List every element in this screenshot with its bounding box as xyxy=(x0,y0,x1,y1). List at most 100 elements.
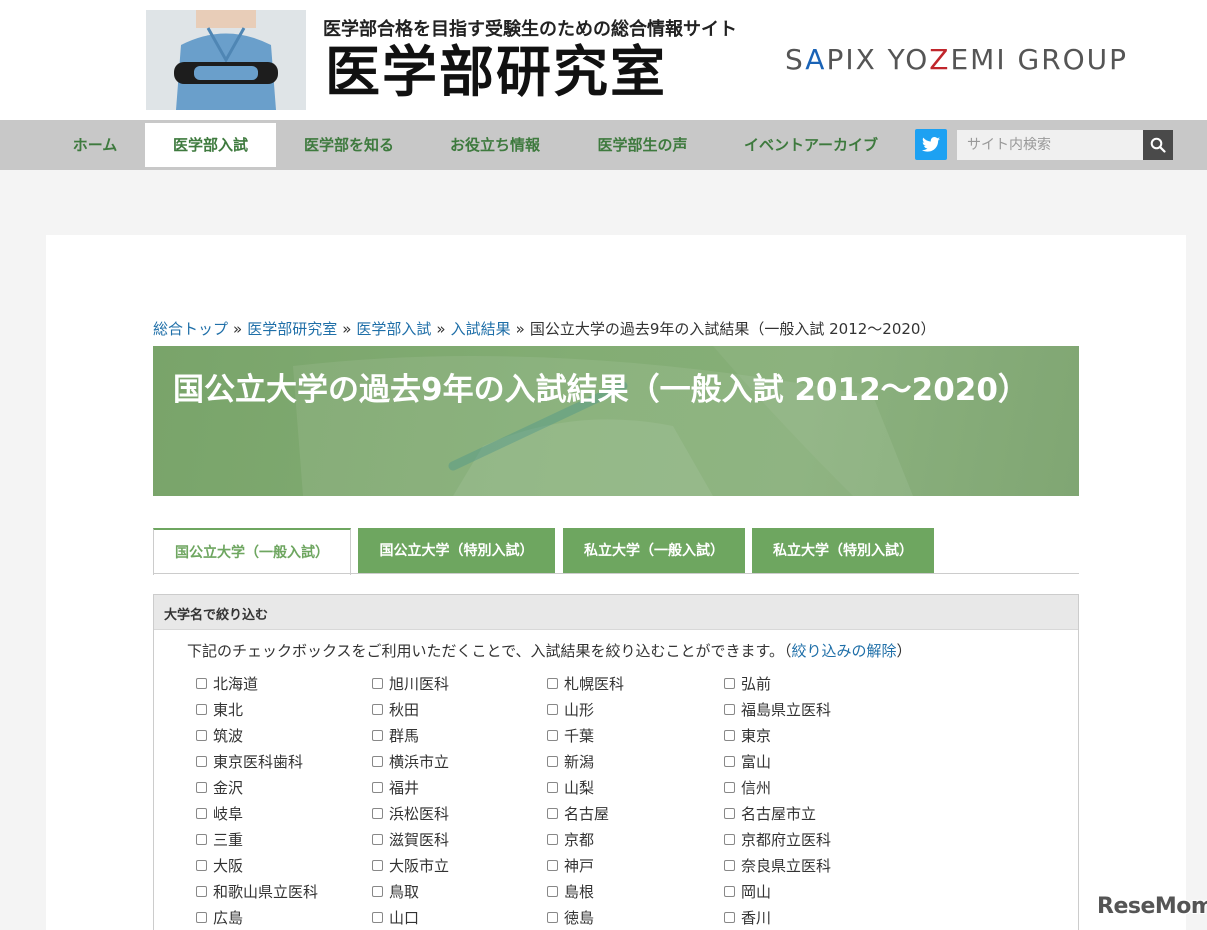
checkbox[interactable] xyxy=(724,781,735,793)
checkbox[interactable] xyxy=(547,911,558,923)
university-checkbox-item[interactable]: 神戸 xyxy=(547,855,594,875)
search-button[interactable] xyxy=(1143,130,1173,160)
university-checkbox-item[interactable]: 京都府立医科 xyxy=(724,829,831,849)
university-checkbox-item[interactable]: 弘前 xyxy=(724,673,771,693)
checkbox[interactable] xyxy=(196,677,207,689)
checkbox[interactable] xyxy=(372,729,383,741)
university-checkbox-item[interactable]: 山梨 xyxy=(547,777,594,797)
university-checkbox-item[interactable]: 信州 xyxy=(724,777,771,797)
university-checkbox-item[interactable]: 福井 xyxy=(372,777,419,797)
checkbox[interactable] xyxy=(196,703,207,715)
checkbox[interactable] xyxy=(724,807,735,819)
checkbox[interactable] xyxy=(547,859,558,871)
university-checkbox-item[interactable]: 三重 xyxy=(196,829,243,849)
university-checkbox-item[interactable]: 名古屋 xyxy=(547,803,609,823)
checkbox[interactable] xyxy=(372,885,383,897)
university-checkbox-item[interactable]: 金沢 xyxy=(196,777,243,797)
university-checkbox-item[interactable]: 東京 xyxy=(724,725,771,745)
university-checkbox-item[interactable]: 徳島 xyxy=(547,907,594,927)
twitter-button[interactable] xyxy=(915,129,947,160)
university-checkbox-item[interactable]: 札幌医科 xyxy=(547,673,624,693)
checkbox[interactable] xyxy=(547,729,558,741)
nav-item-about-medical-school[interactable]: 医学部を知る xyxy=(285,123,413,167)
university-checkbox-item[interactable]: 筑波 xyxy=(196,725,243,745)
checkbox[interactable] xyxy=(724,859,735,871)
checkbox[interactable] xyxy=(372,703,383,715)
checkbox[interactable] xyxy=(547,833,558,845)
checkbox[interactable] xyxy=(547,781,558,793)
checkbox[interactable] xyxy=(372,833,383,845)
checkbox[interactable] xyxy=(372,677,383,689)
checkbox[interactable] xyxy=(196,833,207,845)
university-checkbox-item[interactable]: 千葉 xyxy=(547,725,594,745)
tab-private-special[interactable]: 私立大学（特別入試） xyxy=(752,528,934,574)
checkbox[interactable] xyxy=(724,729,735,741)
university-checkbox-item[interactable]: 群馬 xyxy=(372,725,419,745)
nav-item-student-voices[interactable]: 医学部生の声 xyxy=(580,123,705,167)
university-checkbox-item[interactable]: 富山 xyxy=(724,751,771,771)
sapix-yozemi-group-logo[interactable]: SAPIX YOZEMI GROUP xyxy=(785,43,1128,76)
university-checkbox-item[interactable]: 名古屋市立 xyxy=(724,803,816,823)
university-checkbox-item[interactable]: 和歌山県立医科 xyxy=(196,881,318,901)
nav-item-home[interactable]: ホーム xyxy=(50,123,140,167)
checkbox[interactable] xyxy=(724,755,735,767)
university-checkbox-item[interactable]: 大阪市立 xyxy=(372,855,449,875)
university-checkbox-item[interactable]: 旭川医科 xyxy=(372,673,449,693)
checkbox[interactable] xyxy=(372,859,383,871)
nav-item-useful-info[interactable]: お役立ち情報 xyxy=(430,123,560,167)
checkbox[interactable] xyxy=(724,677,735,689)
clear-filter-link[interactable]: 絞り込みの解除 xyxy=(792,642,897,660)
breadcrumb-link-lab[interactable]: 医学部研究室 xyxy=(247,320,337,338)
checkbox[interactable] xyxy=(196,729,207,741)
checkbox[interactable] xyxy=(196,755,207,767)
checkbox[interactable] xyxy=(196,911,207,923)
checkbox[interactable] xyxy=(547,755,558,767)
checkbox[interactable] xyxy=(547,703,558,715)
university-checkbox-item[interactable]: 岡山 xyxy=(724,881,771,901)
checkbox[interactable] xyxy=(196,807,207,819)
university-checkbox-item[interactable]: 滋賀医科 xyxy=(372,829,449,849)
checkbox[interactable] xyxy=(196,781,207,793)
checkbox[interactable] xyxy=(196,885,207,897)
university-checkbox-item[interactable]: 東京医科歯科 xyxy=(196,751,303,771)
university-checkbox-item[interactable]: 香川 xyxy=(724,907,771,927)
university-checkbox-item[interactable]: 山口 xyxy=(372,907,419,927)
checkbox[interactable] xyxy=(724,833,735,845)
tab-national-general[interactable]: 国公立大学（一般入試） xyxy=(153,528,351,575)
university-checkbox-item[interactable]: 奈良県立医科 xyxy=(724,855,831,875)
university-checkbox-item[interactable]: 山形 xyxy=(547,699,594,719)
university-checkbox-item[interactable]: 横浜市立 xyxy=(372,751,449,771)
checkbox[interactable] xyxy=(372,911,383,923)
university-checkbox-item[interactable]: 新潟 xyxy=(547,751,594,771)
university-checkbox-item[interactable]: 広島 xyxy=(196,907,243,927)
checkbox[interactable] xyxy=(547,807,558,819)
university-checkbox-item[interactable]: 北海道 xyxy=(196,673,258,693)
checkbox[interactable] xyxy=(724,911,735,923)
university-checkbox-item[interactable]: 岐阜 xyxy=(196,803,243,823)
university-checkbox-item[interactable]: 福島県立医科 xyxy=(724,699,831,719)
tab-private-general[interactable]: 私立大学（一般入試） xyxy=(563,528,745,574)
tab-national-special[interactable]: 国公立大学（特別入試） xyxy=(358,528,555,574)
checkbox[interactable] xyxy=(547,885,558,897)
university-checkbox-item[interactable]: 東北 xyxy=(196,699,243,719)
site-search-input[interactable] xyxy=(957,130,1143,160)
checkbox[interactable] xyxy=(372,755,383,767)
checkbox[interactable] xyxy=(724,703,735,715)
breadcrumb-link-top[interactable]: 総合トップ xyxy=(153,320,228,338)
checkbox[interactable] xyxy=(372,781,383,793)
breadcrumb-link-exam[interactable]: 医学部入試 xyxy=(356,320,431,338)
site-logo[interactable]: 医学部研究室 xyxy=(325,40,667,104)
checkbox[interactable] xyxy=(196,859,207,871)
university-checkbox-item[interactable]: 鳥取 xyxy=(372,881,419,901)
checkbox[interactable] xyxy=(724,885,735,897)
nav-item-event-archive[interactable]: イベントアーカイブ xyxy=(725,123,897,167)
checkbox[interactable] xyxy=(372,807,383,819)
university-checkbox-item[interactable]: 島根 xyxy=(547,881,594,901)
university-checkbox-item[interactable]: 浜松医科 xyxy=(372,803,449,823)
nav-item-entrance-exam[interactable]: 医学部入試 xyxy=(145,123,276,167)
breadcrumb-link-results[interactable]: 入試結果 xyxy=(451,320,511,338)
university-checkbox-item[interactable]: 京都 xyxy=(547,829,594,849)
university-checkbox-item[interactable]: 秋田 xyxy=(372,699,419,719)
checkbox[interactable] xyxy=(547,677,558,689)
university-checkbox-item[interactable]: 大阪 xyxy=(196,855,243,875)
